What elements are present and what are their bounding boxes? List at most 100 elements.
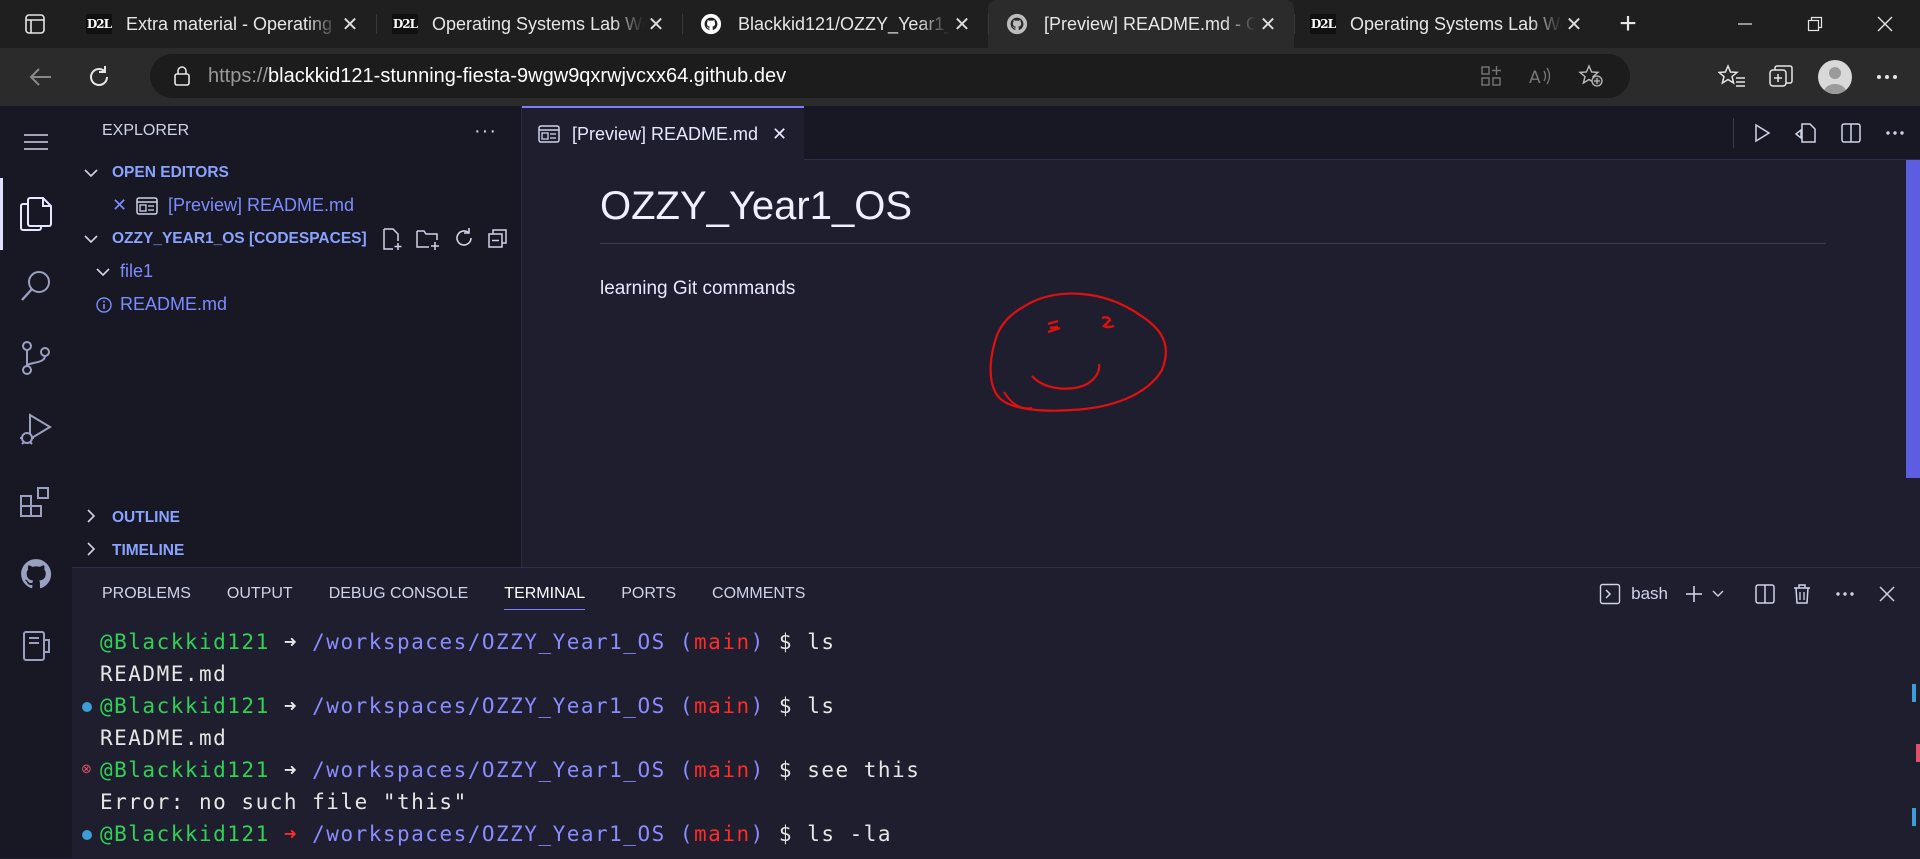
read-aloud-icon[interactable]: A [1528, 65, 1552, 87]
open-editor-item[interactable]: ✕ [Preview] README.md [72, 189, 521, 222]
browser-tab-active[interactable]: [Preview] README.md - OZZY ✕ [988, 0, 1294, 48]
chevron-down-icon[interactable] [1712, 590, 1724, 598]
source-control-view-button[interactable] [0, 322, 72, 394]
more-actions-icon[interactable] [1834, 583, 1856, 605]
success-decoration-icon[interactable] [82, 830, 92, 840]
timeline-section[interactable]: TIMELINE [72, 534, 184, 567]
shell-name[interactable]: bash [1631, 584, 1668, 604]
close-icon [1877, 16, 1893, 32]
profile-avatar[interactable] [1818, 60, 1852, 94]
favorites-icon[interactable] [1718, 64, 1746, 90]
browser-tab[interactable]: D2L Operating Systems Lab Week ✕ [1294, 0, 1600, 48]
terminal-prompt-line: ⊗ @Blackkid121 ➜ /workspaces/OZZY_Year1_… [81, 758, 921, 782]
tab-ports[interactable]: PORTS [621, 568, 676, 620]
more-actions-icon[interactable] [1884, 122, 1906, 144]
tab-comments[interactable]: COMMENTS [712, 568, 805, 620]
terminal-output[interactable]: @Blackkid121 ➜ /workspaces/OZZY_Year1_OS… [72, 626, 1920, 850]
collapse-folders-icon[interactable] [487, 227, 509, 249]
browser-tab-title: [Preview] README.md - OZZY [1044, 13, 1256, 34]
tab-actions-menu[interactable] [0, 0, 70, 48]
markdown-preview: OZZY_Year1_OS learning Git commands [522, 160, 1920, 567]
tab-problems[interactable]: PROBLEMS [102, 568, 191, 620]
more-actions-icon[interactable]: ··· [474, 120, 497, 143]
close-editor-icon[interactable]: ✕ [112, 195, 132, 216]
error-decoration-icon[interactable]: ⊗ [81, 763, 94, 776]
apps-icon[interactable] [1480, 65, 1502, 87]
menu-button[interactable] [0, 106, 72, 178]
remote-explorer-icon [23, 631, 50, 661]
browser-toolbar-right [1718, 48, 1900, 106]
prompt-user: @Blackkid121 [100, 758, 270, 782]
browser-tab-title: Operating Systems Lab Week [432, 13, 644, 34]
chevron-down-icon [80, 165, 102, 181]
explorer-view-button[interactable] [0, 178, 72, 250]
refresh-explorer-icon[interactable] [453, 227, 475, 249]
prompt-branch: main [694, 822, 751, 846]
trash-icon[interactable] [1792, 583, 1812, 605]
new-tab-button[interactable]: + [1600, 0, 1656, 48]
prompt-branch: main [694, 630, 751, 654]
run-icon[interactable] [1752, 123, 1772, 143]
split-terminal-icon[interactable] [1754, 583, 1776, 605]
github-icon [1004, 13, 1030, 35]
browser-tab-strip: D2L Extra material - Operating Systems ✕… [0, 0, 1920, 48]
close-tab-icon[interactable]: ✕ [338, 12, 362, 37]
outline-section[interactable]: OUTLINE [72, 501, 180, 534]
d2l-favicon: D2L [392, 14, 418, 34]
file-label: README.md [120, 294, 228, 314]
browser-tab-title: Extra material - Operating Systems [126, 13, 338, 34]
tab-terminal[interactable]: TERMINAL [504, 568, 585, 620]
prompt-user: @Blackkid121 [100, 694, 270, 718]
close-window-button[interactable] [1850, 0, 1920, 48]
back-button[interactable] [12, 48, 70, 106]
close-tab-icon[interactable]: ✕ [644, 12, 668, 37]
new-file-icon[interactable] [379, 227, 403, 251]
success-decoration-icon[interactable] [82, 702, 92, 712]
tree-folder-file1[interactable]: file1 [72, 255, 521, 288]
browser-tab[interactable]: Blackkid121/OZZY_Year1_OS ✕ [682, 0, 988, 48]
more-options-icon[interactable] [1874, 64, 1900, 90]
terminal-command: ls -la [807, 822, 893, 846]
add-favorite-icon[interactable] [1578, 64, 1604, 88]
minimize-button[interactable] [1710, 0, 1780, 48]
close-panel-icon[interactable] [1878, 585, 1896, 603]
editor-tab-readme-preview[interactable]: [Preview] README.md ✕ [522, 106, 804, 160]
extensions-icon [20, 487, 49, 517]
folder-label: file1 [120, 261, 154, 281]
close-tab-icon[interactable]: ✕ [1256, 12, 1280, 37]
split-editor-icon[interactable] [1840, 122, 1862, 144]
tree-file-readme[interactable]: README.md [72, 288, 521, 321]
browser-toolbar: https://blackkid121-stunning-fiesta-9wgw… [0, 48, 1920, 106]
browser-tab[interactable]: D2L Extra material - Operating Systems ✕ [70, 0, 376, 48]
open-source-icon[interactable] [1794, 122, 1818, 144]
d2l-favicon: D2L [1310, 14, 1336, 34]
github-view-button[interactable] [0, 538, 72, 610]
refresh-button[interactable] [70, 48, 128, 106]
scrollbar-indicator[interactable] [1906, 160, 1920, 478]
tab-output[interactable]: OUTPUT [227, 568, 293, 620]
run-debug-view-button[interactable] [0, 394, 72, 466]
remote-explorer-view-button[interactable] [0, 610, 72, 682]
new-terminal-icon[interactable] [1684, 584, 1704, 604]
info-icon [96, 296, 112, 313]
close-tab-icon[interactable]: ✕ [1562, 12, 1586, 37]
new-folder-icon[interactable] [415, 227, 441, 251]
extensions-view-button[interactable] [0, 466, 72, 538]
explorer-sidebar: EXPLORER ··· OPEN EDITORS ✕ [Preview] RE… [72, 106, 522, 567]
collections-icon[interactable] [1768, 64, 1796, 90]
terminal-command: ls [807, 694, 836, 718]
restore-button[interactable] [1780, 0, 1850, 48]
open-editors-section[interactable]: OPEN EDITORS [72, 156, 521, 189]
hamburger-menu-icon [24, 134, 48, 150]
outline-label: OUTLINE [112, 508, 181, 526]
workspace-section[interactable]: OZZY_YEAR1_OS [CODESPACES] [72, 222, 521, 255]
address-bar[interactable]: https://blackkid121-stunning-fiesta-9wgw… [150, 54, 1630, 98]
browser-tab[interactable]: D2L Operating Systems Lab Week ✕ [376, 0, 682, 48]
close-tab-icon[interactable]: ✕ [950, 12, 974, 37]
terminal-command: see this [807, 758, 921, 782]
tab-debug-console[interactable]: DEBUG CONSOLE [329, 568, 469, 620]
explorer-title: EXPLORER [102, 122, 190, 139]
close-editor-tab-icon[interactable]: ✕ [772, 124, 787, 145]
url-scheme: https:// [208, 64, 269, 87]
search-view-button[interactable] [0, 250, 72, 322]
